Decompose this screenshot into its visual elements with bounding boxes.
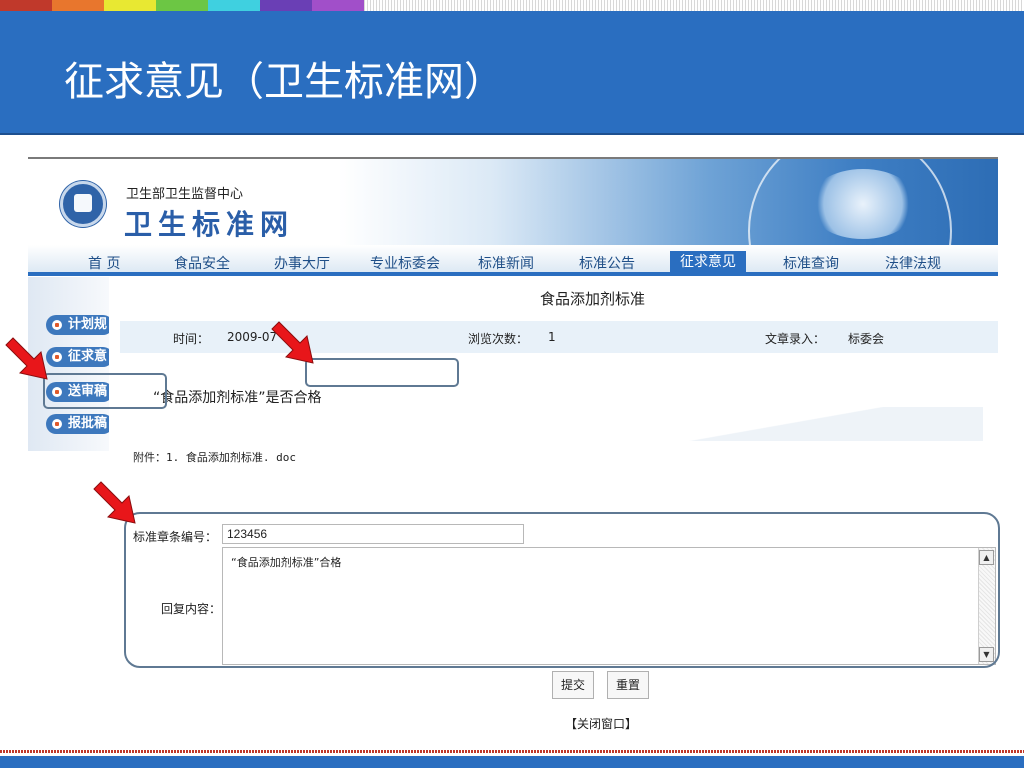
site-banner: 卫生部卫生监督中心 卫生标准网 xyxy=(28,159,998,245)
red-arrow-icon xyxy=(271,321,314,364)
time-label: 时间： xyxy=(173,332,210,346)
left-menu-item-plan[interactable]: 计划规 xyxy=(46,315,114,335)
site-logo-title[interactable]: 卫生标准网 xyxy=(124,203,294,243)
views-value: 1 xyxy=(548,330,556,344)
title-band: 征求意见（卫生标准网） xyxy=(0,11,1024,135)
bullet-icon xyxy=(52,352,62,362)
reset-button[interactable]: 重置 xyxy=(607,671,650,699)
color-swatch xyxy=(156,0,208,11)
left-menu-label: 征求意 xyxy=(68,349,108,364)
article-question: “食品添加剂标准”是否合格 xyxy=(153,390,322,406)
nav-item-home[interactable]: 首 页 xyxy=(88,253,120,273)
left-menu-label: 报批稿 xyxy=(68,416,108,431)
bullet-icon xyxy=(52,320,62,330)
author-value: 标委会 xyxy=(848,332,885,346)
emblem-center xyxy=(74,194,92,212)
article-title: 食品添加剂标准 xyxy=(540,290,646,308)
red-arrow-icon xyxy=(93,481,136,524)
left-menu-label: 计划规 xyxy=(68,317,108,332)
color-swatch xyxy=(312,0,364,11)
footer-band xyxy=(0,756,1024,768)
color-swatch xyxy=(260,0,312,11)
background-decoration xyxy=(683,407,983,441)
emblem-logo xyxy=(60,181,106,227)
color-swatch xyxy=(52,0,104,11)
views-label: 浏览次数： xyxy=(468,332,529,346)
footer-line xyxy=(0,750,1024,753)
top-color-bar xyxy=(0,0,1024,11)
nav-item-search[interactable]: 标准查询 xyxy=(783,253,839,273)
left-menu-item-approval-draft[interactable]: 报批稿 xyxy=(46,414,114,434)
close-window-link[interactable]: 【关闭窗口】 xyxy=(565,715,637,732)
article-meta-row: 时间： 2009-07 浏览次数： 1 文章录入： 标委会 xyxy=(120,321,998,353)
nav-item-committees[interactable]: 专业标委会 xyxy=(370,253,440,273)
nav-item-laws[interactable]: 法律法规 xyxy=(885,253,941,273)
color-swatch xyxy=(104,0,156,11)
banner-dish-decoration xyxy=(808,169,918,239)
nav-item-news[interactable]: 标准新闻 xyxy=(478,253,534,273)
slide-title: 征求意见（卫生标准网） xyxy=(64,59,504,105)
author-label: 文章录入： xyxy=(765,332,826,346)
nav-item-services[interactable]: 办事大厅 xyxy=(274,253,330,273)
nav-item-announcements[interactable]: 标准公告 xyxy=(579,253,635,273)
highlight-box-left-menu xyxy=(43,373,167,409)
color-swatch xyxy=(208,0,260,11)
color-swatch xyxy=(0,0,52,11)
left-menu-item-consultation[interactable]: 征求意 xyxy=(46,347,114,367)
main-nav: 首 页 食品安全 办事大厅 专业标委会 标准新闻 标准公告 征求意见 标准查询 … xyxy=(28,245,998,276)
org-subtitle: 卫生部卫生监督中心 xyxy=(126,187,244,202)
nav-item-food-safety[interactable]: 食品安全 xyxy=(174,253,230,273)
red-arrow-icon xyxy=(5,337,48,380)
submit-button[interactable]: 提交 xyxy=(552,671,595,699)
color-bar-pattern xyxy=(364,0,1024,11)
highlight-box-empty xyxy=(305,358,459,387)
attachment-link[interactable]: 1. 食品添加剂标准. doc xyxy=(166,451,296,464)
nav-item-consultation[interactable]: 征求意见 xyxy=(670,251,746,273)
highlight-box-form xyxy=(124,512,1000,668)
attachment-label: 附件： xyxy=(133,451,166,464)
bullet-icon xyxy=(52,419,62,429)
attachment: 附件：1. 食品添加剂标准. doc xyxy=(133,449,296,465)
